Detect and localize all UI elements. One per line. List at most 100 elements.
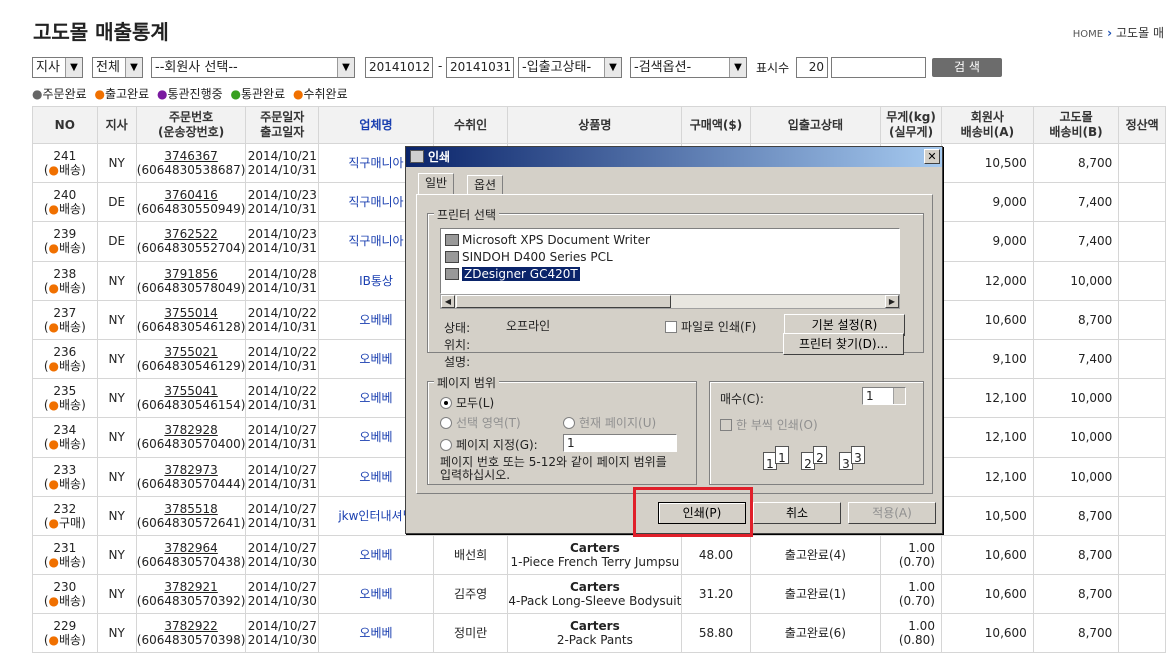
cell-member-fee: 10,500 [940, 142, 1034, 184]
cell-member-fee: 10,600 [940, 613, 1034, 654]
search-option-select[interactable]: -검색옵션- ▼ [630, 57, 747, 78]
order-link[interactable]: 3746367 [137, 149, 245, 163]
page-title: 고도몰 매출통계 [33, 20, 169, 44]
order-link[interactable]: 3782921 [137, 580, 245, 594]
date-from-input[interactable]: 20141012 [365, 57, 433, 78]
close-icon[interactable]: ✕ [924, 149, 940, 164]
cell-no: 238 (●배송) [32, 260, 98, 301]
tab-options[interactable]: 옵션 [467, 175, 504, 195]
scrollbar-thumb[interactable] [456, 295, 671, 308]
copies-stepper[interactable] [893, 388, 905, 404]
apply-button[interactable]: 적용(A) [848, 502, 936, 524]
cell-company[interactable]: 오베베 [318, 613, 434, 654]
cell-no: 232 (●구매) [32, 495, 98, 536]
date-to-input[interactable]: 20141031 [446, 57, 514, 78]
cell-settle [1118, 182, 1166, 223]
dot-icon: ● [48, 594, 59, 609]
find-printer-button[interactable]: 프린터 찾기(D)... [783, 333, 904, 355]
print-to-file-checkbox[interactable]: 파일로 인쇄(F) [665, 318, 756, 335]
cell-dates: 2014/10/23 2014/10/31 [245, 221, 320, 262]
order-link[interactable]: 3755021 [137, 345, 245, 359]
order-link[interactable]: 3782922 [137, 619, 245, 633]
pages-input[interactable]: 1 [563, 434, 677, 452]
order-link[interactable]: 3791856 [137, 267, 245, 281]
cell-order-no: 3746367 (6064830538687) [135, 142, 247, 184]
printer-list-scrollbar[interactable]: ◀ ▶ [440, 294, 900, 309]
dialog-title: 인쇄 [428, 150, 451, 164]
order-link[interactable]: 3755014 [137, 306, 245, 320]
branch-select[interactable]: 지사 ▼ [32, 57, 83, 78]
col-product: 상품명 [507, 106, 683, 144]
range-current-radio[interactable]: 현재 페이지(U) [563, 414, 656, 431]
cell-no: 237 (●배송) [32, 299, 98, 340]
range-selection-radio[interactable]: 선택 영역(T) [440, 414, 521, 431]
printer-icon [410, 150, 424, 163]
order-link[interactable]: 3762522 [137, 227, 245, 241]
printer-item-xps[interactable]: Microsoft XPS Document Writer [445, 232, 650, 248]
order-link[interactable]: 3782973 [137, 463, 245, 477]
cell-weight: 1.00 (0.70) [880, 574, 942, 615]
cell-amount: 48.00 [681, 534, 751, 576]
cell-godo-fee: 8,700 [1032, 534, 1120, 576]
col-weight: 무게(kg) (실무게) [880, 106, 942, 144]
checkbox-icon [665, 321, 677, 333]
tab-general[interactable]: 일반 [418, 173, 455, 195]
cell-member-fee: 9,000 [940, 221, 1034, 262]
col-order-no: 주문번호 (운송장번호) [135, 106, 247, 144]
order-link[interactable]: 3785518 [137, 502, 245, 516]
cell-company[interactable]: 오베베 [318, 574, 434, 615]
cell-member-fee: 10,600 [940, 574, 1034, 615]
cell-company[interactable]: 오베베 [318, 534, 434, 576]
cell-branch: DE [96, 221, 137, 262]
cell-settle [1118, 456, 1166, 497]
dot-icon: ● [32, 87, 43, 101]
cell-product: Carters 2-Pack Pants [507, 613, 683, 654]
cell-branch: NY [96, 534, 137, 576]
dialog-title-bar[interactable]: 인쇄 [406, 147, 942, 167]
cancel-button[interactable]: 취소 [753, 502, 841, 524]
cell-receiver: 김주영 [432, 574, 509, 615]
cell-dates: 2014/10/27 2014/10/31 [245, 495, 320, 536]
breadcrumb-home[interactable]: HOME [1073, 29, 1103, 40]
search-button[interactable]: 검 색 [932, 58, 1002, 77]
member-select[interactable]: --회원사 선택-- ▼ [151, 57, 355, 78]
chevron-down-icon: ▼ [125, 58, 142, 77]
scroll-left-icon[interactable]: ◀ [441, 295, 455, 308]
dot-icon: ● [48, 280, 59, 295]
status-select[interactable]: -입출고상태- ▼ [518, 57, 622, 78]
order-link[interactable]: 3782928 [137, 423, 245, 437]
status-select-value: -입출고상태- [522, 60, 592, 75]
print-dialog: 인쇄 ✕ 일반 옵션 프린터 선택 Microsoft XPS Document… [405, 146, 943, 534]
range-all-radio[interactable]: 모두(L) [440, 394, 494, 411]
printer-icon [445, 234, 459, 246]
breadcrumb-current: 고도몰 매 [1116, 26, 1164, 40]
dot-icon: ● [48, 163, 59, 178]
dot-icon: ● [48, 515, 59, 530]
printer-item-zdesigner[interactable]: ZDesigner GC420T [445, 266, 580, 282]
scroll-right-icon[interactable]: ▶ [885, 295, 899, 308]
order-link[interactable]: 3760416 [137, 188, 245, 202]
filter-bar: 지사 ▼ 전체 ▼ --회원사 선택-- ▼ 20141012 - 20141031 … [32, 57, 1166, 79]
cell-status: 출고완료(1) [749, 574, 882, 615]
cell-no: 240 (●배송) [32, 182, 98, 223]
printer-item-sindoh[interactable]: SINDOH D400 Series PCL [445, 249, 613, 265]
range-pages-radio[interactable]: 페이지 지정(G): [440, 436, 538, 453]
dot-icon: ● [48, 437, 59, 452]
keyword-input[interactable] [831, 57, 926, 78]
scope-select[interactable]: 전체 ▼ [92, 57, 143, 78]
table-header-row: NO 지사 주문번호 (운송장번호) 주문일자 출고일자 업체명 수취인 상품명 구… [32, 106, 1166, 144]
cell-settle [1118, 299, 1166, 340]
cell-dates: 2014/10/21 2014/10/31 [245, 142, 320, 184]
cell-order-no: 3782928 (6064830570400) [135, 417, 247, 458]
printer-list[interactable]: Microsoft XPS Document Writer SINDOH D40… [440, 228, 900, 294]
col-no: NO [32, 106, 98, 144]
order-link[interactable]: 3755041 [137, 384, 245, 398]
order-link[interactable]: 3782964 [137, 541, 245, 555]
collate-checkbox[interactable]: 한 부씩 인쇄(O) [720, 416, 818, 433]
col-company[interactable]: 업체명 [318, 106, 434, 144]
cell-member-fee: 10,500 [940, 495, 1034, 536]
col-member-fee: 회원사 배송비(A) [940, 106, 1034, 144]
cell-product: Carters 4-Pack Long-Sleeve Bodysuit [507, 574, 683, 615]
highlight-annotation [633, 487, 753, 537]
display-count-input[interactable]: 20 [796, 57, 828, 78]
